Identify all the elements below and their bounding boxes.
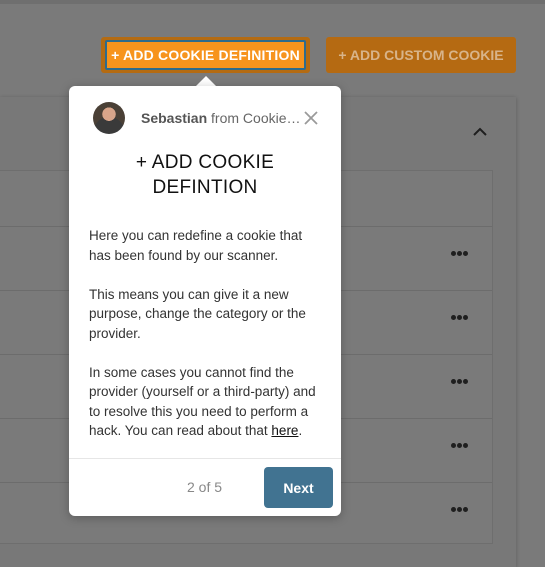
popover-title-line2: DEFINTION [152, 177, 258, 198]
add-custom-cookie-button[interactable]: + ADD CUSTOM COOKIE [326, 37, 516, 73]
popover-paragraph-2: This means you can give it a new purpose… [89, 286, 306, 341]
top-strip [0, 0, 545, 4]
more-options-icon[interactable] [449, 442, 471, 450]
onboarding-popover: Sebastian from Cookie I... + ADD COOKIE … [69, 86, 341, 516]
step-indicator: 2 of 5 [187, 479, 223, 495]
next-button[interactable]: Next [264, 467, 333, 508]
chevron-up-icon[interactable] [471, 123, 489, 141]
more-options-icon[interactable] [449, 506, 471, 514]
popover-arrow [196, 76, 216, 86]
more-options-icon[interactable] [449, 378, 471, 386]
more-options-icon[interactable] [449, 250, 471, 258]
popover-paragraph-3-suffix: . [298, 423, 303, 438]
sender-from: from Cookie I... [211, 110, 301, 126]
popover-title-line1: + ADD COOKIE [135, 152, 275, 173]
add-cookie-definition-button[interactable]: + ADD COOKIE DEFINITION [101, 37, 310, 73]
sender-line: Sebastian from Cookie I... [141, 110, 301, 126]
popover-title: + ADD COOKIE DEFINTION [89, 150, 321, 200]
read-more-link[interactable]: here [271, 423, 298, 438]
popover-divider [69, 458, 341, 459]
sender-name: Sebastian [141, 110, 208, 126]
avatar [93, 102, 125, 134]
popover-body: Here you can redefine a cookie that has … [89, 226, 325, 460]
popover-paragraph-1: Here you can redefine a cookie that has … [89, 228, 303, 263]
popover-paragraph-3: In some cases you cannot find the provid… [89, 363, 325, 441]
close-icon[interactable] [303, 110, 319, 126]
add-cookie-definition-label: + ADD COOKIE DEFINITION [105, 40, 306, 70]
more-options-icon[interactable] [449, 314, 471, 322]
